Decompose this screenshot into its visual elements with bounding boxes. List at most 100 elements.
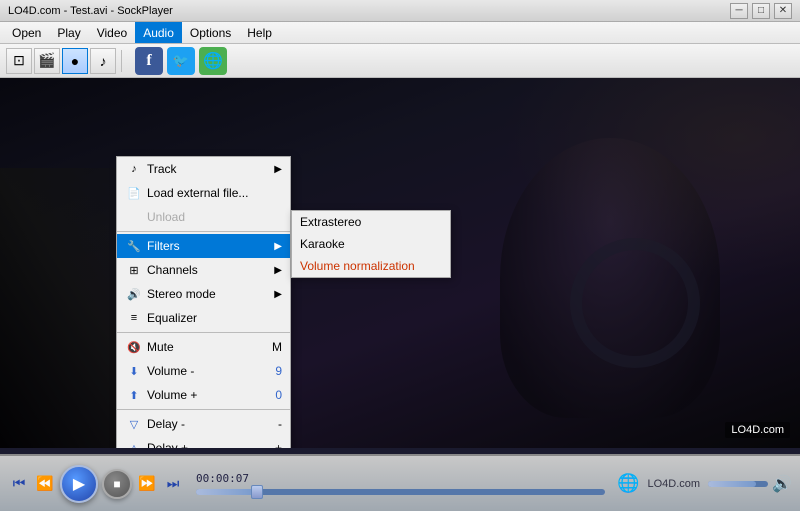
mute-icon: 🔇 bbox=[125, 339, 143, 355]
volume-track[interactable] bbox=[708, 481, 768, 487]
channels-label: Channels bbox=[147, 263, 274, 277]
unload-label: Unload bbox=[147, 210, 282, 224]
menu-item-mute[interactable]: 🔇 Mute M bbox=[117, 335, 290, 359]
vol-up-icon: ⬆ bbox=[125, 387, 143, 403]
submenu-item-volume-normalization[interactable]: Volume normalization bbox=[292, 255, 450, 277]
stop-button[interactable]: ■ bbox=[102, 469, 132, 499]
window-controls: ─ □ ✕ bbox=[730, 3, 792, 19]
menu-options[interactable]: Options bbox=[182, 22, 239, 43]
menu-item-volume-up[interactable]: ⬆ Volume + 0 bbox=[117, 383, 290, 407]
menu-item-equalizer[interactable]: ≡ Equalizer bbox=[117, 306, 290, 330]
web-icon[interactable]: 🌐 bbox=[199, 47, 227, 75]
progress-area: 00:00:07 bbox=[196, 472, 605, 495]
delay-up-label: Delay + bbox=[147, 441, 259, 448]
vol-up-shortcut: 0 bbox=[275, 388, 282, 402]
vol-norm-label: Volume normalization bbox=[300, 259, 442, 273]
karaoke-label: Karaoke bbox=[300, 237, 442, 251]
globe-icon: 🌐 bbox=[617, 473, 639, 494]
mute-label: Mute bbox=[147, 340, 256, 354]
forward-end-button[interactable]: ⏭ bbox=[162, 473, 184, 495]
rewind-button[interactable]: ⏪ bbox=[34, 473, 56, 495]
volume-icon[interactable]: 🔊 bbox=[772, 474, 792, 494]
menu-item-track[interactable]: ♪ Track ▶ bbox=[117, 157, 290, 181]
menu-item-delay-up[interactable]: △ Delay + + bbox=[117, 436, 290, 448]
menu-item-volume-down[interactable]: ⬇ Volume - 9 bbox=[117, 359, 290, 383]
volume-area: 🌐 LO4D.com 🔊 bbox=[617, 473, 792, 494]
unload-icon bbox=[125, 209, 143, 225]
stop-icon: ■ bbox=[113, 477, 120, 491]
facebook-icon[interactable]: f bbox=[135, 47, 163, 75]
delay-down-label: Delay - bbox=[147, 417, 262, 431]
twitter-icon[interactable]: 🐦 bbox=[167, 47, 195, 75]
social-icons: f 🐦 🌐 bbox=[135, 47, 227, 75]
menu-item-load-external[interactable]: 📄 Load external file... bbox=[117, 181, 290, 205]
title-bar: LO4D.com - Test.avi - SockPlayer ─ □ ✕ bbox=[0, 0, 800, 22]
menu-item-channels[interactable]: ⊞ Channels ▶ bbox=[117, 258, 290, 282]
menu-item-unload: Unload bbox=[117, 205, 290, 229]
play-button[interactable]: ▶ bbox=[60, 465, 98, 503]
eq-icon: ≡ bbox=[125, 310, 143, 326]
rewind-start-button[interactable]: ⏮ bbox=[8, 473, 30, 495]
delay-up-icon: △ bbox=[125, 440, 143, 448]
delay-up-shortcut: + bbox=[275, 441, 282, 448]
menu-help[interactable]: Help bbox=[239, 22, 280, 43]
menu-bar: Open Play Video Audio Options Help bbox=[0, 22, 800, 44]
toolbar-btn-1[interactable]: ⊡ bbox=[6, 48, 32, 74]
submenu-item-karaoke[interactable]: Karaoke bbox=[292, 233, 450, 255]
eq-label: Equalizer bbox=[147, 311, 282, 325]
play-icon: ▶ bbox=[73, 474, 85, 494]
separator-3 bbox=[117, 409, 290, 410]
stereo-label: Stereo mode bbox=[147, 287, 274, 301]
filters-arrow: ▶ bbox=[274, 241, 282, 252]
vol-down-icon: ⬇ bbox=[125, 363, 143, 379]
extrastereo-label: Extrastereo bbox=[300, 215, 442, 229]
toolbar-btn-3[interactable]: ● bbox=[62, 48, 88, 74]
menu-item-stereo-mode[interactable]: 🔊 Stereo mode ▶ bbox=[117, 282, 290, 306]
load-label: Load external file... bbox=[147, 186, 282, 200]
load-icon: 📄 bbox=[125, 185, 143, 201]
menu-item-filters[interactable]: 🔧 Filters ▶ bbox=[117, 234, 290, 258]
menu-open[interactable]: Open bbox=[4, 22, 49, 43]
menu-play[interactable]: Play bbox=[49, 22, 88, 43]
delay-down-icon: ▽ bbox=[125, 416, 143, 432]
audio-dropdown: ♪ Track ▶ 📄 Load external file... Unload… bbox=[116, 156, 291, 448]
stereo-arrow: ▶ bbox=[274, 289, 282, 300]
window-title: LO4D.com - Test.avi - SockPlayer bbox=[8, 5, 173, 17]
menu-audio[interactable]: Audio bbox=[135, 22, 182, 43]
minimize-button[interactable]: ─ bbox=[730, 3, 748, 19]
separator-2 bbox=[117, 332, 290, 333]
toolbar-btn-2[interactable]: 🎬 bbox=[34, 48, 60, 74]
toolbar: ⊡ 🎬 ● ♪ f 🐦 🌐 bbox=[0, 44, 800, 78]
channels-icon: ⊞ bbox=[125, 262, 143, 278]
filters-label: Filters bbox=[147, 239, 274, 253]
separator-1 bbox=[117, 231, 290, 232]
track-icon: ♪ bbox=[125, 161, 143, 177]
vol-down-label: Volume - bbox=[147, 364, 259, 378]
filters-icon: 🔧 bbox=[125, 238, 143, 254]
channels-arrow: ▶ bbox=[274, 265, 282, 276]
logo-watermark: LO4D.com bbox=[725, 422, 790, 438]
audio-menu: ♪ Track ▶ 📄 Load external file... Unload… bbox=[116, 156, 291, 448]
vol-up-label: Volume + bbox=[147, 388, 259, 402]
menu-video[interactable]: Video bbox=[89, 22, 135, 43]
vol-down-shortcut: 9 bbox=[275, 364, 282, 378]
toolbar-separator bbox=[121, 50, 122, 72]
stereo-icon: 🔊 bbox=[125, 286, 143, 302]
forward-button[interactable]: ⏩ bbox=[136, 473, 158, 495]
player-bar: ⏮ ⏪ ▶ ■ ⏩ ⏭ 00:00:07 🌐 LO4D.com 🔊 bbox=[0, 454, 800, 511]
ambient-light bbox=[500, 78, 800, 278]
toolbar-btn-4[interactable]: ♪ bbox=[90, 48, 116, 74]
progress-thumb[interactable] bbox=[251, 485, 263, 499]
progress-track[interactable] bbox=[196, 489, 605, 495]
menu-item-delay-down[interactable]: ▽ Delay - - bbox=[117, 412, 290, 436]
volume-fill bbox=[708, 481, 756, 487]
time-display: 00:00:07 bbox=[196, 472, 605, 485]
close-button[interactable]: ✕ bbox=[774, 3, 792, 19]
maximize-button[interactable]: □ bbox=[752, 3, 770, 19]
track-arrow: ▶ bbox=[274, 164, 282, 175]
submenu-item-extrastereo[interactable]: Extrastereo bbox=[292, 211, 450, 233]
mute-shortcut: M bbox=[272, 340, 282, 354]
progress-fill bbox=[196, 489, 257, 495]
filters-submenu: Extrastereo Karaoke Volume normalization bbox=[291, 210, 451, 278]
track-label: Track bbox=[147, 162, 274, 176]
